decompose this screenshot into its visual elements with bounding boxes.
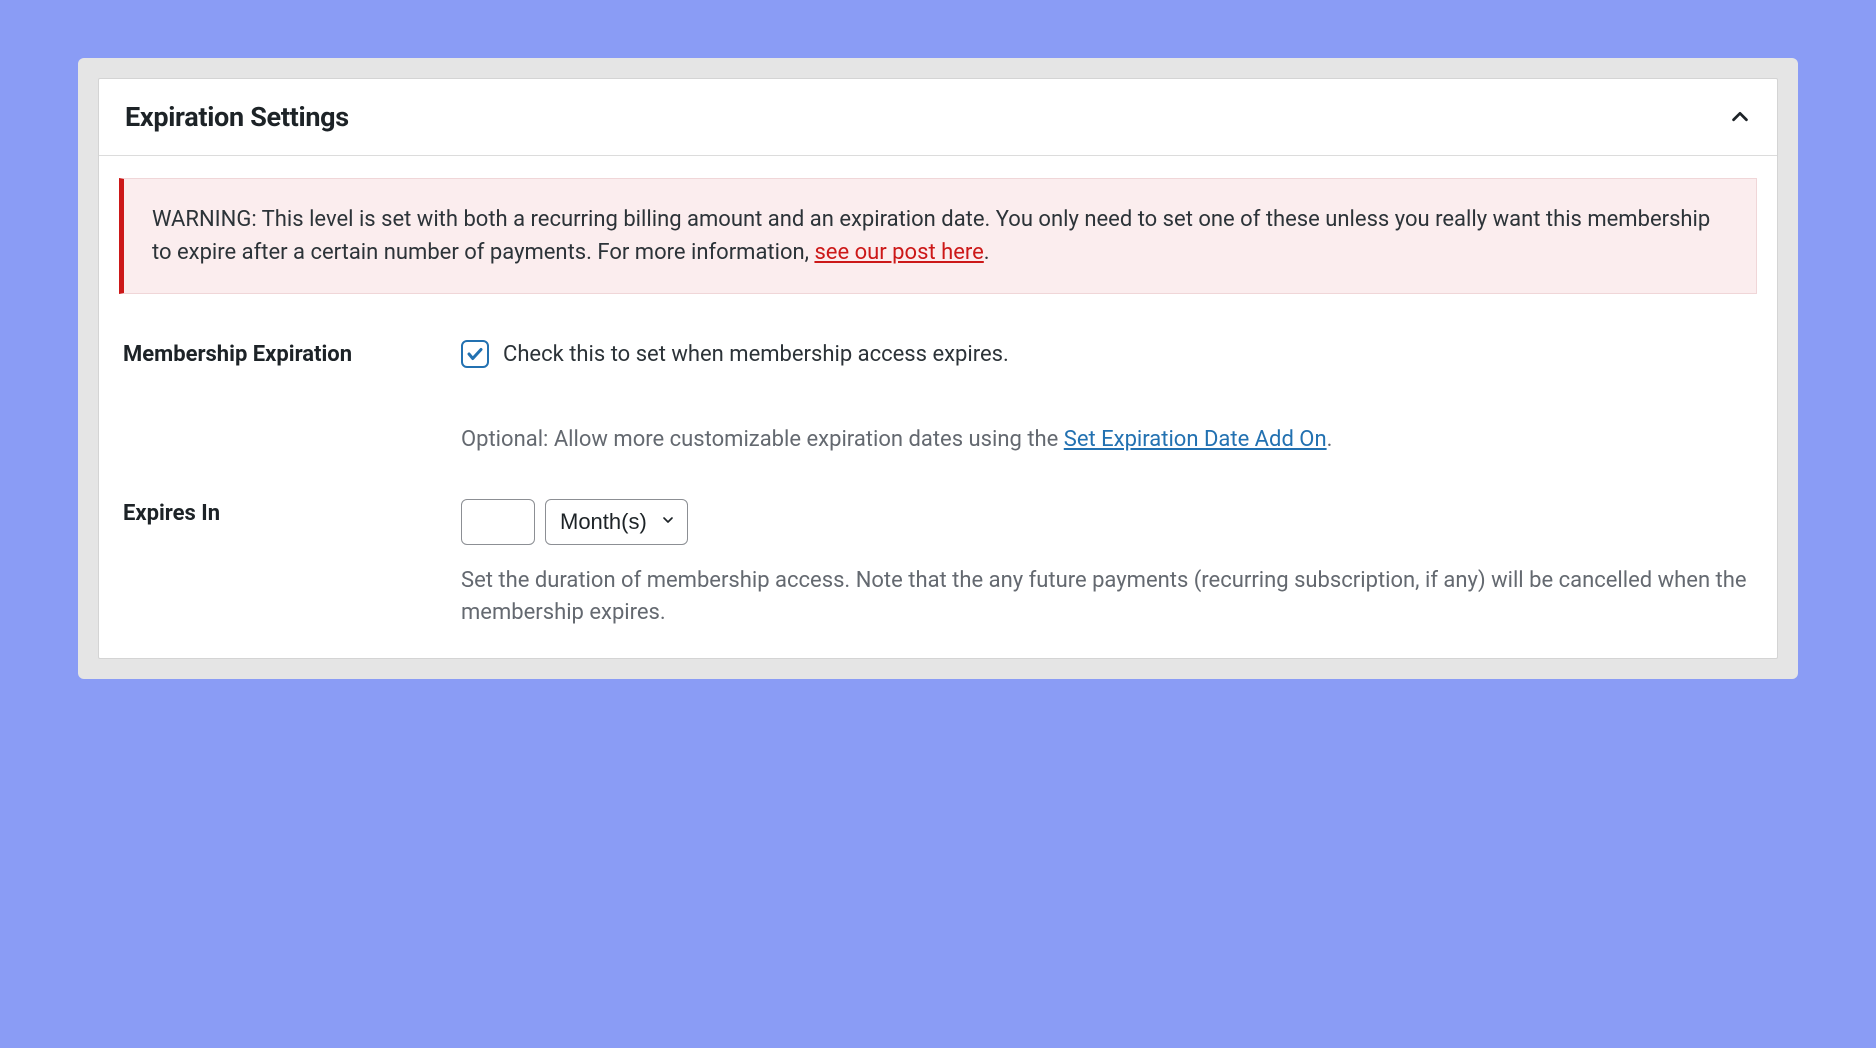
panel-inner: Expiration Settings WARNING: This level … — [98, 78, 1778, 659]
membership-expiration-row: Membership Expiration Check this to set … — [119, 340, 1757, 457]
warning-link[interactable]: see our post here — [814, 240, 983, 265]
membership-expiration-label: Membership Expiration — [119, 340, 461, 367]
chevron-up-icon — [1729, 106, 1751, 128]
expires-in-row: Expires In Month(s) — [119, 499, 1757, 630]
warning-box: WARNING: This level is set with both a r… — [119, 178, 1757, 294]
warning-text: WARNING: This level is set with both a r… — [152, 203, 1728, 269]
panel-title: Expiration Settings — [125, 101, 349, 133]
membership-expiration-field: Check this to set when membership access… — [461, 340, 1757, 457]
checkbox-label: Check this to set when membership access… — [503, 342, 1009, 367]
expires-number-input[interactable] — [461, 499, 535, 545]
panel-body: WARNING: This level is set with both a r… — [99, 156, 1777, 658]
membership-expiration-helper: Optional: Allow more customizable expira… — [461, 424, 1757, 457]
checkbox-row: Check this to set when membership access… — [461, 340, 1757, 368]
expires-in-label: Expires In — [119, 499, 461, 526]
panel-header[interactable]: Expiration Settings — [99, 79, 1777, 156]
helper-suffix: . — [1327, 427, 1333, 452]
period-select-wrap: Month(s) — [545, 499, 688, 545]
settings-panel: Expiration Settings WARNING: This level … — [78, 58, 1798, 679]
warning-text-suffix: . — [984, 240, 990, 265]
helper-prefix: Optional: Allow more customizable expira… — [461, 427, 1064, 452]
expires-controls: Month(s) — [461, 499, 1757, 545]
membership-expiration-checkbox[interactable] — [461, 340, 489, 368]
expires-in-field: Month(s) Set the duration of membership … — [461, 499, 1757, 630]
period-select[interactable]: Month(s) — [545, 499, 688, 545]
check-icon — [466, 345, 484, 363]
addon-link[interactable]: Set Expiration Date Add On — [1064, 427, 1327, 452]
expires-helper: Set the duration of membership access. N… — [461, 565, 1757, 630]
